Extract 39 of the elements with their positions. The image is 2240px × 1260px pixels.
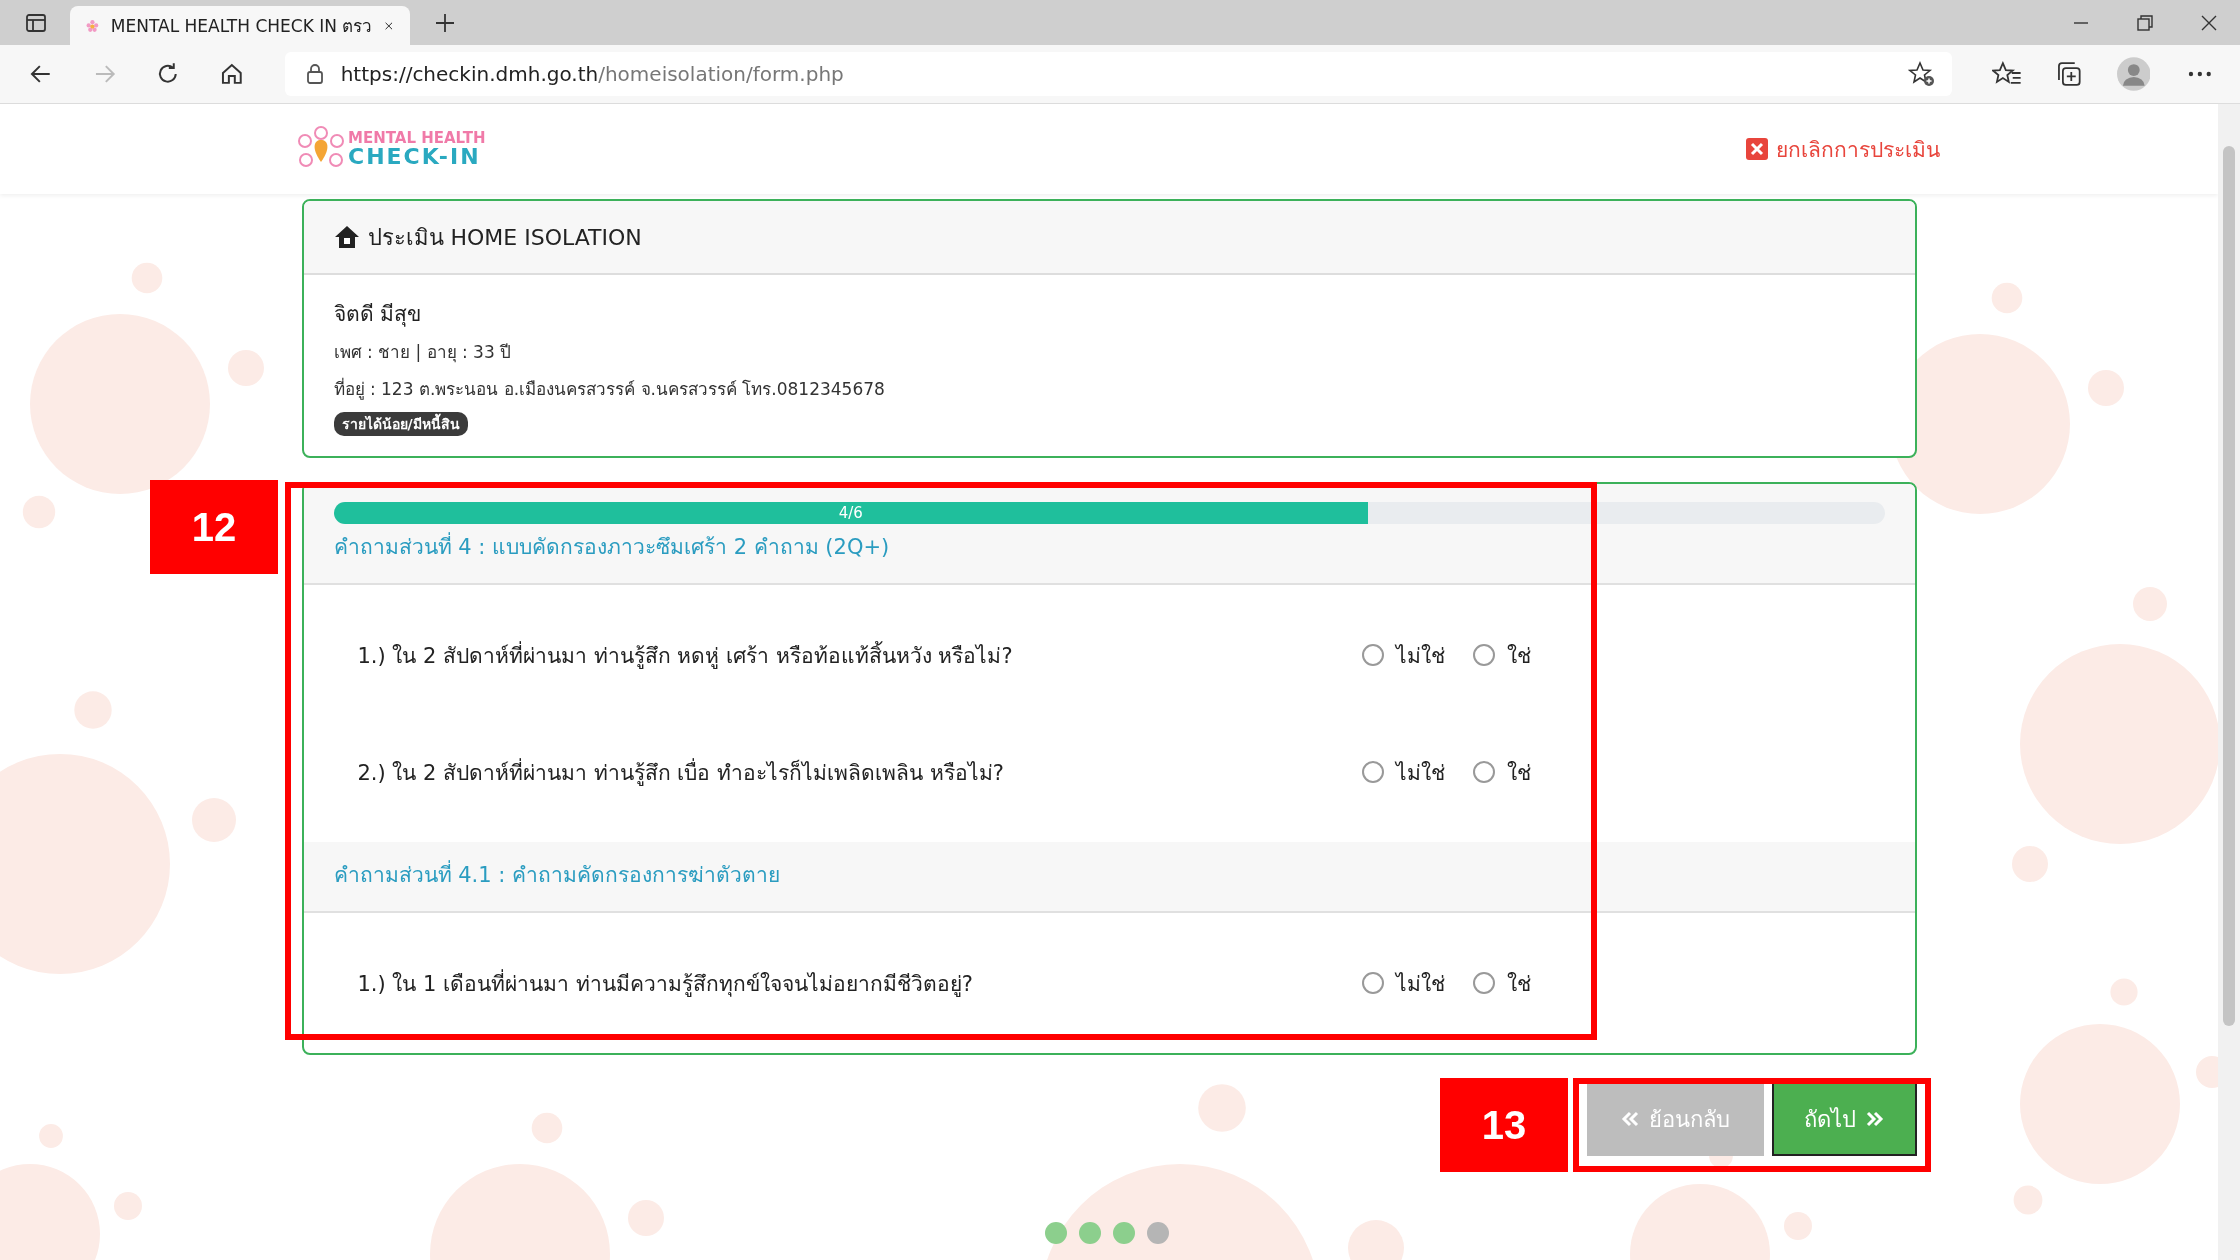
browser-tab[interactable]: MENTAL HEALTH CHECK IN ตรว (70, 6, 410, 45)
radio-option[interactable]: ไม่ใช่ (1361, 966, 1445, 1000)
annotation-label: 13 (1440, 1078, 1568, 1172)
radio-option[interactable]: ใช่ (1472, 638, 1531, 672)
radio-option[interactable]: ใช่ (1472, 755, 1531, 789)
close-icon[interactable] (2200, 13, 2218, 32)
progress-fill: 4/6 (333, 502, 1368, 524)
double-chevron-left-icon (1620, 1111, 1639, 1127)
scrollbar[interactable] (2218, 104, 2240, 1260)
person-address: ที่อยู่ : 123 ต.พระนอน อ.เมืองนครสวรรค์ จ.นครสวรรค์ โทร.0812345678 (333, 376, 885, 402)
cancel-assessment-link[interactable]: ยกเลิกการประเมิน (1746, 132, 1940, 166)
url-text: https://checkin.dmh.go.th/homeisolation/form.php (340, 62, 844, 86)
add-favorite-icon[interactable] (1907, 60, 1936, 88)
question-text: 1.) ใน 2 สัปดาห์ที่ผ่านมา ท่านรู้สึก หดหู่ เศร้า หรือท้อแท้สิ้นหวัง หรือไม่? (357, 640, 1014, 671)
radio-option[interactable]: ใช่ (1472, 966, 1531, 1000)
restore-icon[interactable] (2136, 13, 2154, 32)
lock-icon (304, 63, 325, 85)
annotation-label: 12 (150, 480, 278, 574)
new-tab-icon[interactable] (434, 11, 456, 34)
logo-text: CHECK-IN (348, 145, 482, 168)
scrollbar-thumb[interactable] (2223, 146, 2235, 1026)
status-tag: รายได้น้อย/มีหนี้สิน (333, 412, 468, 436)
close-box-icon (1746, 138, 1768, 160)
tab-title: MENTAL HEALTH CHECK IN ตรว (110, 15, 373, 38)
radio-option[interactable]: ไม่ใช่ (1361, 638, 1445, 672)
radio-option[interactable]: ไม่ใช่ (1361, 755, 1445, 789)
profile-avatar-icon[interactable] (2116, 57, 2151, 91)
double-chevron-right-icon (1866, 1111, 1884, 1127)
home-icon[interactable] (219, 61, 245, 87)
question-text: 1.) ใน 1 เดือนที่ผ่านมา ท่านมีความรู้สึกทุกข์ใจจนไม่อยากมีชีวิตอยู่? (357, 968, 974, 999)
more-icon[interactable] (2188, 70, 2212, 78)
logo-text: MENTAL HEALTH (348, 130, 486, 146)
address-field[interactable]: https://checkin.dmh.go.th/homeisolation/form.php (284, 52, 1952, 96)
card-title: ประเมิน HOME ISOLATION (367, 223, 642, 252)
person-details: เพศ : ชาย | อายุ : 33 ปี (333, 341, 512, 365)
question-text: 2.) ใน 2 สัปดาห์ที่ผ่านมา ท่านรู้สึก เบื่อ ทำอะไรก็ไม่เพลิดเพลิน หรือไม่? (357, 757, 1005, 788)
collections-icon[interactable] (2055, 60, 2083, 88)
home-icon (333, 225, 360, 249)
person-name: จิตดี มีสุข (333, 301, 422, 329)
